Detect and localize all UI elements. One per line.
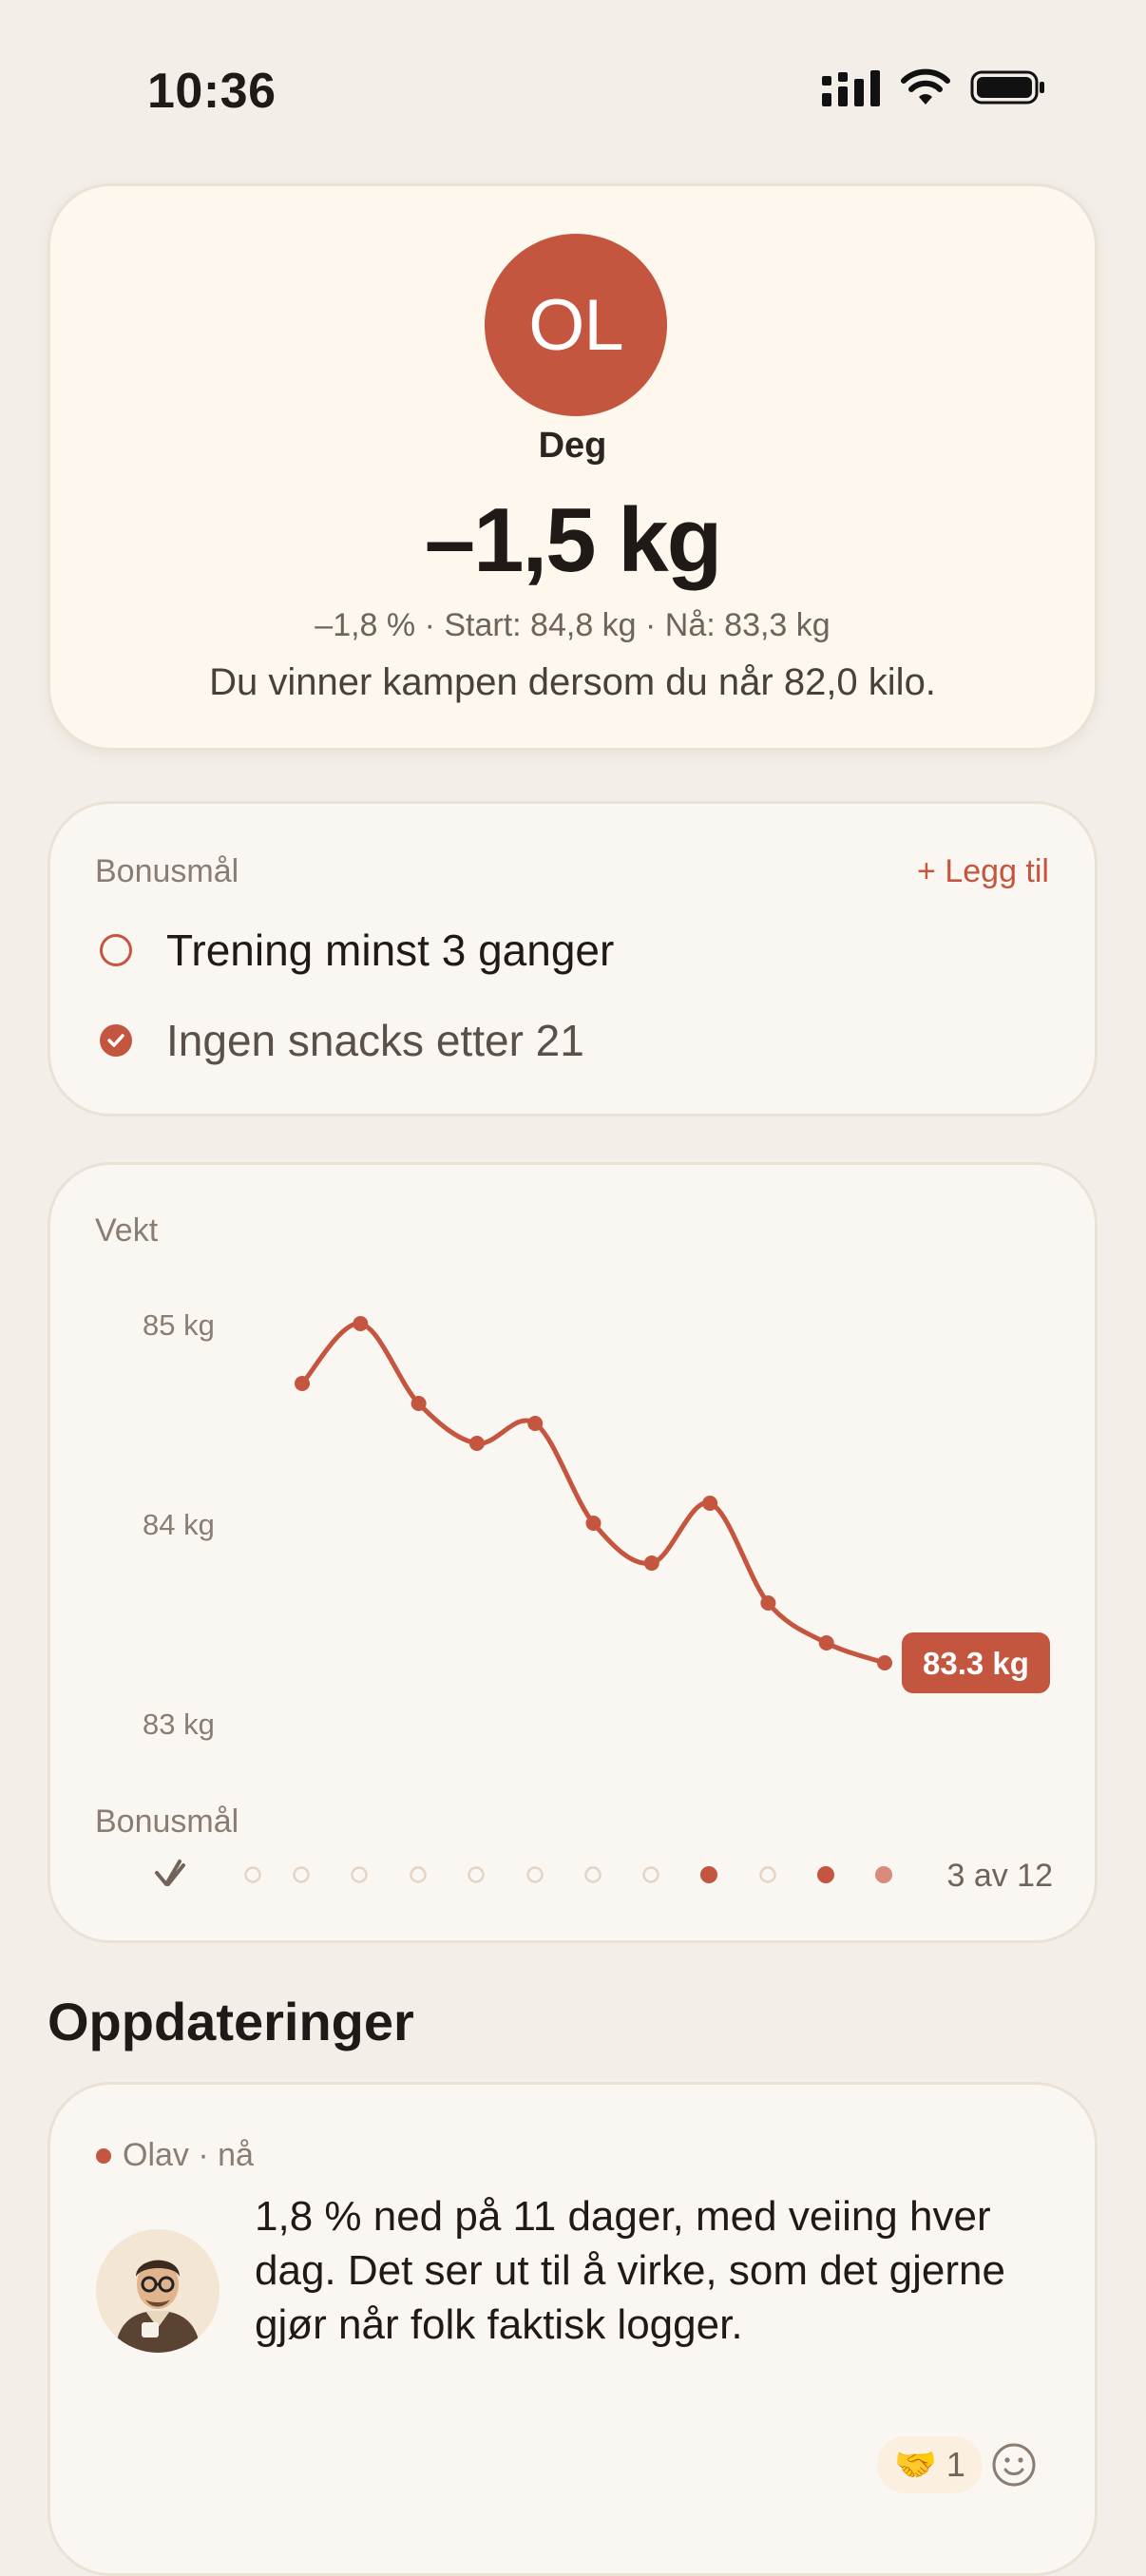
unread-dot: [96, 2147, 111, 2164]
wifi-icon: [901, 68, 950, 105]
current-value-label: 83.3 kg: [923, 1646, 1029, 1681]
status-icons: [822, 68, 1046, 106]
data-point: [468, 1436, 485, 1451]
bonus-dot-partial: [875, 1866, 892, 1883]
update-author-time: Olav · nå: [123, 2137, 254, 2173]
bonus-dot-empty: [584, 1866, 602, 1883]
data-point: [585, 1516, 602, 1531]
status-time: 10:36: [147, 64, 277, 119]
bonus-dot-empty: [410, 1866, 427, 1883]
data-point: [877, 1655, 892, 1670]
data-point: [760, 1595, 776, 1611]
data-point: [295, 1376, 310, 1391]
weight-chart-card: Vekt 85 kg 84 kg 83 kg 83.3 kg Bonusmål 3 av …: [48, 1162, 1098, 1943]
bonus-goals-card: Bonusmål + Legg til Trening minst 3 gang…: [48, 801, 1098, 1116]
goal-item[interactable]: Ingen snacks etter 21: [100, 1015, 584, 1066]
data-point: [643, 1555, 659, 1571]
unchecked-circle-icon[interactable]: [100, 934, 132, 966]
y-tick-label: 84 kg: [143, 1508, 215, 1541]
weight-chart: 85 kg 84 kg 83 kg 83.3 kg Bonusmål 3 av 12: [95, 1308, 1053, 1894]
goal-item[interactable]: Trening minst 3 ganger: [100, 925, 614, 976]
bonus-dot-empty: [468, 1866, 485, 1883]
profile-summary-card: OL Deg –1,5 kg –1,8 % · Start: 84,8 kg ·…: [48, 183, 1098, 751]
weight-change: –1,5 kg: [424, 489, 723, 591]
reaction-count: 1: [945, 2445, 965, 2484]
double-check-icon: [155, 1860, 185, 1886]
handshake-icon: 🤝: [894, 2445, 937, 2484]
y-tick-label: 85 kg: [143, 1308, 215, 1342]
update-text: 1,8 % ned på 11 dager, med veiing hver d…: [255, 2193, 1005, 2348]
user-name: Deg: [538, 426, 607, 466]
battery-icon: [970, 70, 1044, 105]
goal-text: Du vinner kampen dersom du når 82,0 kilo…: [209, 661, 936, 703]
status-bar: 10:36: [0, 0, 1146, 181]
bonus-count: 3 av 12: [946, 1858, 1053, 1894]
update-meta: Olav · nå: [96, 2137, 254, 2174]
update-item: Olav · nå 1,8 % ned på 11 dager, med vei…: [48, 2082, 1098, 2576]
add-reaction-icon[interactable]: [989, 2440, 1039, 2490]
bonus-dot-empty: [759, 1866, 776, 1883]
reaction-chip[interactable]: 🤝 1: [877, 2436, 983, 2493]
bonus-dot-done: [817, 1866, 834, 1883]
weight-stats: –1,8 % · Start: 84,8 kg · Nå: 83,3 kg: [315, 607, 831, 643]
bonus-row-title: Bonusmål: [95, 1803, 239, 1840]
cellular-signal-icon: [822, 70, 880, 106]
bonus-goals-title: Bonusmål: [95, 853, 239, 889]
bonus-dot-empty: [526, 1866, 544, 1883]
bonus-dot-empty: [642, 1866, 659, 1883]
data-point: [818, 1635, 834, 1651]
data-point: [411, 1396, 427, 1411]
updates-heading: Oppdateringer: [48, 1992, 414, 2051]
data-point: [527, 1416, 544, 1431]
bonus-dot-empty: [293, 1866, 310, 1883]
bonus-dot-done: [700, 1866, 717, 1883]
y-tick-label: 83 kg: [143, 1708, 215, 1741]
avatar[interactable]: [96, 2229, 220, 2353]
avatar[interactable]: OL: [485, 234, 667, 416]
goal-label: Trening minst 3 ganger: [166, 925, 615, 975]
goal-label: Ingen snacks etter 21: [166, 1016, 584, 1065]
add-goal-button[interactable]: + Legg til: [917, 853, 1049, 890]
checked-circle-icon[interactable]: [100, 1024, 132, 1057]
data-point: [353, 1316, 369, 1331]
data-point: [702, 1496, 718, 1511]
bonus-dot-empty: [351, 1866, 368, 1883]
weight-line: [299, 1321, 888, 1666]
bonus-dot-empty: [244, 1866, 261, 1883]
